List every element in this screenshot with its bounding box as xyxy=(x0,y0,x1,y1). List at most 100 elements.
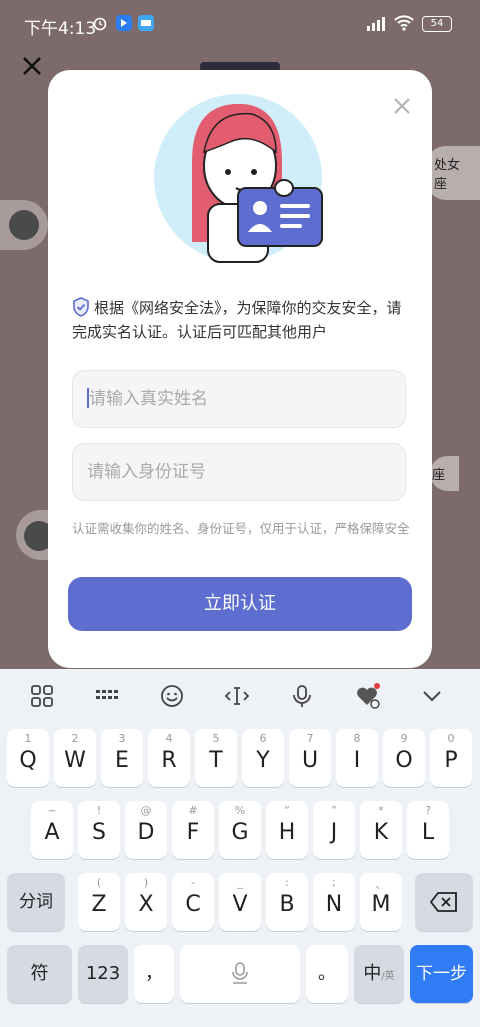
key-i[interactable]: 8I xyxy=(336,729,378,787)
key-label: S xyxy=(92,820,106,845)
key-z[interactable]: (Z xyxy=(78,873,120,931)
key-label: V xyxy=(232,892,248,917)
key-secondary-label: ) xyxy=(143,876,149,889)
key-label: Y xyxy=(256,748,270,773)
notice-text: 根据《网络安全法》，为保障你的交友安全，请完成实名认证。认证后可匹配其他用户 xyxy=(72,296,402,344)
key-secondary-label: “ xyxy=(284,804,290,817)
microphone-icon[interactable] xyxy=(289,683,315,709)
key-m[interactable]: 、 M xyxy=(360,873,402,931)
backspace-icon xyxy=(429,892,457,912)
comma-key-label: ， xyxy=(145,963,163,984)
verification-modal: 根据《网络安全法》，为保障你的交友安全，请完成实名认证。认证后可匹配其他用户 请… xyxy=(48,70,432,668)
key-b[interactable]: :B xyxy=(266,873,308,931)
emoji-icon[interactable] xyxy=(159,683,185,709)
next-step-key[interactable]: 下一步 xyxy=(410,945,473,1003)
key-s[interactable]: ! S xyxy=(78,801,120,859)
key-a[interactable]: ~ A xyxy=(31,801,73,859)
background-tag: 座 xyxy=(430,456,460,491)
key-x[interactable]: ) X xyxy=(125,873,167,931)
background-tag-text: 座 xyxy=(432,468,446,483)
key-secondary-label: 1 xyxy=(24,732,32,745)
key-secondary-label: ~ xyxy=(47,804,57,817)
key-secondary-label: 、 xyxy=(375,878,387,891)
wifi-icon xyxy=(394,15,414,31)
key-d[interactable]: @ D xyxy=(125,801,167,859)
key-label: E xyxy=(115,748,129,773)
key-label: J xyxy=(330,820,338,845)
key-label: P xyxy=(444,748,458,773)
key-j[interactable]: ” J xyxy=(313,801,355,859)
segment-key-label: 分词 xyxy=(19,892,53,912)
keyboard-layout-icon[interactable] xyxy=(94,683,120,709)
key-label: I xyxy=(353,748,361,773)
keyboard-notification-icon xyxy=(138,15,154,31)
key-c[interactable]: -C xyxy=(172,873,214,931)
key-p[interactable]: 0P xyxy=(430,729,472,787)
key-k[interactable]: * K xyxy=(360,801,402,859)
key-secondary-label: : xyxy=(285,876,289,889)
close-icon[interactable] xyxy=(392,96,412,116)
keyboard: 分词 符 123 ， 。 中/英 下一步 1Q2W3E4R5T6Y7U8I9O0… xyxy=(0,669,480,1027)
microphone-icon xyxy=(232,962,248,984)
key-f[interactable]: # F xyxy=(172,801,214,859)
key-secondary-label: 8 xyxy=(353,732,361,745)
segment-key[interactable]: 分词 xyxy=(7,873,65,931)
key-label: R xyxy=(161,748,177,773)
period-key[interactable]: 。 xyxy=(306,945,348,1003)
key-label: O xyxy=(395,748,413,773)
status-bar: 下午4:13 54 xyxy=(0,0,480,48)
cursor-move-icon[interactable] xyxy=(224,683,250,709)
key-secondary-label: _ xyxy=(237,876,243,889)
key-label: A xyxy=(44,820,60,845)
key-label: D xyxy=(137,820,155,845)
key-v[interactable]: _ V xyxy=(219,873,261,931)
key-secondary-label: ! xyxy=(96,804,102,817)
space-key[interactable] xyxy=(180,945,300,1003)
key-l[interactable]: ? L xyxy=(407,801,449,859)
comma-key[interactable]: ， xyxy=(134,945,174,1003)
chevron-down-icon[interactable] xyxy=(419,683,445,709)
key-h[interactable]: “H xyxy=(266,801,308,859)
language-switch-key[interactable]: 中/英 xyxy=(354,945,404,1003)
signal-icon xyxy=(367,17,385,31)
key-o[interactable]: 9O xyxy=(383,729,425,787)
key-w[interactable]: 2W xyxy=(54,729,96,787)
backspace-key[interactable] xyxy=(415,873,473,931)
key-secondary-label: ( xyxy=(96,876,102,889)
privacy-note: 认证需收集你的姓名、身份证号，仅用于认证，严格保障安全 xyxy=(72,521,410,536)
avatar[interactable] xyxy=(9,210,39,240)
key-secondary-label: % xyxy=(234,804,246,817)
verify-now-button[interactable]: 立即认证 xyxy=(68,577,412,631)
next-step-key-label: 下一步 xyxy=(416,964,467,984)
battery-indicator: 54 xyxy=(422,16,452,32)
apps-grid-icon[interactable] xyxy=(29,683,55,709)
key-r[interactable]: 4R xyxy=(148,729,190,787)
key-secondary-label: ? xyxy=(425,804,431,817)
heart-skin-icon[interactable] xyxy=(354,683,380,709)
numbers-key[interactable]: 123 xyxy=(78,945,128,1003)
key-g[interactable]: % G xyxy=(219,801,261,859)
key-secondary-label: @ xyxy=(140,804,152,817)
key-label: X xyxy=(138,892,154,917)
key-secondary-label: 7 xyxy=(306,732,314,745)
key-secondary-label: # xyxy=(188,804,198,817)
shield-check-icon xyxy=(73,297,89,317)
symbols-key[interactable]: 符 xyxy=(7,945,72,1003)
key-t[interactable]: 5T xyxy=(195,729,237,787)
background-close-icon[interactable] xyxy=(20,54,44,78)
key-secondary-label: 3 xyxy=(118,732,126,745)
key-label: W xyxy=(64,748,86,773)
key-q[interactable]: 1Q xyxy=(7,729,49,787)
key-n[interactable]: ; N xyxy=(313,873,355,931)
key-secondary-label: 4 xyxy=(165,732,173,745)
key-u[interactable]: 7U xyxy=(289,729,331,787)
key-e[interactable]: 3E xyxy=(101,729,143,787)
key-secondary-label: 5 xyxy=(212,732,220,745)
key-label: K xyxy=(373,820,389,845)
key-secondary-label: 6 xyxy=(259,732,267,745)
real-name-input[interactable]: 请输入真实姓名 xyxy=(72,370,406,428)
key-y[interactable]: 6Y xyxy=(242,729,284,787)
id-number-input[interactable]: 请输入身份证号 xyxy=(72,443,406,501)
language-switch-sublabel: /英 xyxy=(381,971,395,982)
key-label: B xyxy=(279,892,295,917)
